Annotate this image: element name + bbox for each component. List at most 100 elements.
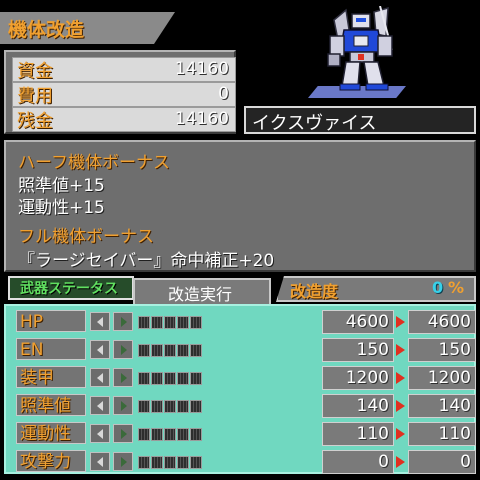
stat-label: EN bbox=[16, 338, 86, 360]
tab-weapon-status-label[interactable]: 武器ステータス bbox=[20, 278, 118, 298]
half-bonus-line: 運動性+15 bbox=[18, 198, 105, 218]
current-value: 140 bbox=[322, 394, 394, 418]
increase-button[interactable] bbox=[113, 368, 133, 387]
decrease-button[interactable] bbox=[90, 368, 110, 387]
current-value: 0 bbox=[322, 450, 394, 474]
current-value: 4600 bbox=[322, 310, 394, 334]
stat-label: 照準値 bbox=[16, 394, 86, 416]
stats-panel: HP 4600 4600 EN 150 150 装甲 1200 1200 照準値… bbox=[4, 304, 476, 474]
arrow-right-icon bbox=[396, 400, 405, 412]
upgrade-pip bbox=[177, 456, 189, 469]
upgrade-pip bbox=[151, 428, 163, 441]
arrow-right-icon bbox=[396, 316, 405, 328]
upgrade-rate-unit: % bbox=[448, 278, 465, 297]
arrow-right-icon bbox=[396, 428, 405, 440]
upgrade-pip bbox=[190, 344, 202, 357]
stat-row-hp[interactable]: HP 4600 4600 bbox=[10, 309, 476, 335]
upgrade-pip bbox=[164, 316, 176, 329]
upgrade-pip bbox=[138, 456, 150, 469]
cost-value: 0 bbox=[218, 84, 229, 104]
new-value: 4600 bbox=[408, 310, 476, 334]
upgrade-rate-label: 改造度 bbox=[290, 282, 339, 301]
upgrade-pip bbox=[138, 344, 150, 357]
stat-row-en[interactable]: EN 150 150 bbox=[10, 337, 476, 363]
upgrade-pip bbox=[164, 344, 176, 357]
unit-name: イクスヴァイス bbox=[252, 113, 377, 134]
stat-label: HP bbox=[16, 310, 86, 332]
decrease-button[interactable] bbox=[90, 312, 110, 331]
current-value: 110 bbox=[322, 422, 394, 446]
stat-row-armor[interactable]: 装甲 1200 1200 bbox=[10, 365, 476, 391]
upgrade-pip bbox=[138, 428, 150, 441]
funds-value: 14160 bbox=[174, 59, 229, 79]
increase-button[interactable] bbox=[113, 340, 133, 359]
upgrade-level-pips bbox=[138, 372, 204, 385]
remaining-row: 残金 14160 bbox=[12, 107, 236, 132]
funds-row: 資金 14160 bbox=[12, 57, 236, 82]
increase-button[interactable] bbox=[113, 452, 133, 471]
full-bonus-line: 『ラージセイバー』命中補正+20 bbox=[18, 251, 275, 271]
decrease-button[interactable] bbox=[90, 424, 110, 443]
upgrade-pip bbox=[177, 428, 189, 441]
decrease-button[interactable] bbox=[90, 396, 110, 415]
screen-title: 機体改造 bbox=[8, 19, 85, 41]
increase-button[interactable] bbox=[113, 424, 133, 443]
arrow-right-icon bbox=[396, 344, 405, 356]
remaining-label: 残金 bbox=[17, 111, 53, 132]
tab-execute-upgrade-label[interactable]: 改造実行 bbox=[168, 281, 232, 305]
upgrade-level-pips bbox=[138, 400, 204, 413]
upgrade-pip bbox=[177, 344, 189, 357]
funds-label: 資金 bbox=[17, 61, 53, 82]
upgrade-pip bbox=[177, 316, 189, 329]
upgrade-pip bbox=[151, 316, 163, 329]
stat-row-attack[interactable]: 攻撃力 0 0 bbox=[10, 449, 476, 475]
mech-sprite bbox=[327, 6, 393, 91]
cost-row: 費用 0 bbox=[12, 82, 236, 107]
arrow-right-icon bbox=[396, 456, 405, 468]
stat-label: 装甲 bbox=[16, 366, 86, 388]
current-value: 1200 bbox=[322, 366, 394, 390]
arrow-right-icon bbox=[396, 372, 405, 384]
upgrade-pip bbox=[177, 372, 189, 385]
upgrade-pip bbox=[138, 400, 150, 413]
cost-label: 費用 bbox=[17, 86, 53, 107]
upgrade-level-pips bbox=[138, 456, 204, 469]
decrease-button[interactable] bbox=[90, 340, 110, 359]
full-bonus-title: フル機体ボーナス bbox=[18, 227, 154, 247]
upgrade-rate-value: 0 bbox=[432, 278, 444, 297]
upgrade-pip bbox=[151, 400, 163, 413]
new-value: 0 bbox=[408, 450, 476, 474]
upgrade-pip bbox=[190, 428, 202, 441]
remaining-value: 14160 bbox=[174, 109, 229, 129]
stat-label: 攻撃力 bbox=[16, 450, 86, 472]
upgrade-pip bbox=[151, 372, 163, 385]
new-value: 110 bbox=[408, 422, 476, 446]
new-value: 1200 bbox=[408, 366, 476, 390]
upgrade-pip bbox=[190, 372, 202, 385]
increase-button[interactable] bbox=[113, 312, 133, 331]
bonus-panel: ハーフ機体ボーナス 照準値+15 運動性+15 フル機体ボーナス 『ラージセイバ… bbox=[4, 140, 476, 272]
upgrade-pip bbox=[164, 400, 176, 413]
upgrade-pip bbox=[164, 372, 176, 385]
upgrade-pip bbox=[138, 316, 150, 329]
current-value: 150 bbox=[322, 338, 394, 362]
new-value: 140 bbox=[408, 394, 476, 418]
upgrade-pip bbox=[190, 456, 202, 469]
funds-panel: 資金 14160 費用 0 残金 14160 bbox=[4, 50, 236, 134]
upgrade-pip bbox=[138, 372, 150, 385]
upgrade-pip bbox=[151, 456, 163, 469]
increase-button[interactable] bbox=[113, 396, 133, 415]
upgrade-pip bbox=[190, 316, 202, 329]
upgrade-level-pips bbox=[138, 428, 204, 441]
upgrade-level-pips bbox=[138, 316, 204, 329]
upgrade-pip bbox=[190, 400, 202, 413]
new-value: 150 bbox=[408, 338, 476, 362]
stat-row-accuracy[interactable]: 照準値 140 140 bbox=[10, 393, 476, 419]
half-bonus-title: ハーフ機体ボーナス bbox=[18, 153, 170, 173]
upgrade-level-pips bbox=[138, 344, 204, 357]
stat-row-mobility[interactable]: 運動性 110 110 bbox=[10, 421, 476, 447]
upgrade-pip bbox=[151, 344, 163, 357]
upgrade-pip bbox=[164, 428, 176, 441]
decrease-button[interactable] bbox=[90, 452, 110, 471]
upgrade-pip bbox=[164, 456, 176, 469]
